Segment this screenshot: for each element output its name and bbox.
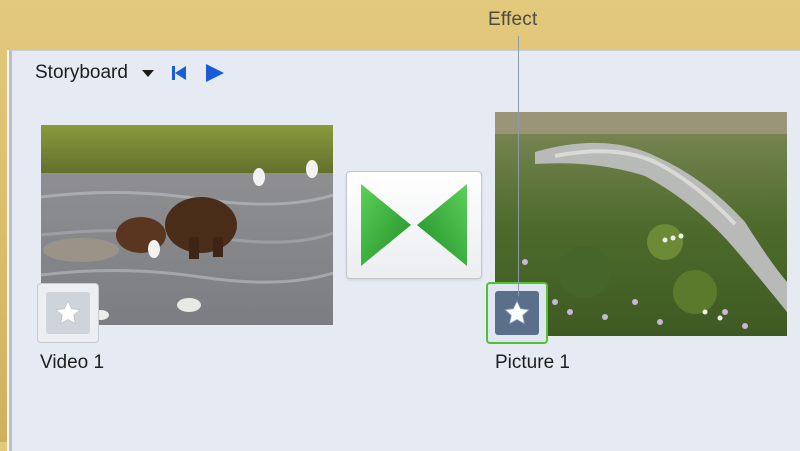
effect-callout-line (518, 36, 519, 296)
bowtie-transition-icon (361, 184, 467, 266)
transition-button[interactable] (346, 171, 482, 279)
storyboard-toolbar: Storyboard (35, 61, 224, 85)
picture-1-label: Picture 1 (495, 352, 570, 373)
video-1-effect-button[interactable] (37, 283, 99, 343)
star-icon (46, 292, 90, 334)
picture-1-effect-button[interactable] (486, 282, 548, 344)
effect-callout-label: Effect (488, 9, 538, 30)
star-icon (495, 291, 539, 335)
skip-to-start-icon[interactable] (171, 66, 186, 80)
video-1-label: Video 1 (40, 352, 105, 373)
chevron-down-icon[interactable] (141, 69, 154, 77)
play-icon[interactable] (205, 64, 224, 82)
storyboard-label: Storyboard (35, 62, 128, 83)
